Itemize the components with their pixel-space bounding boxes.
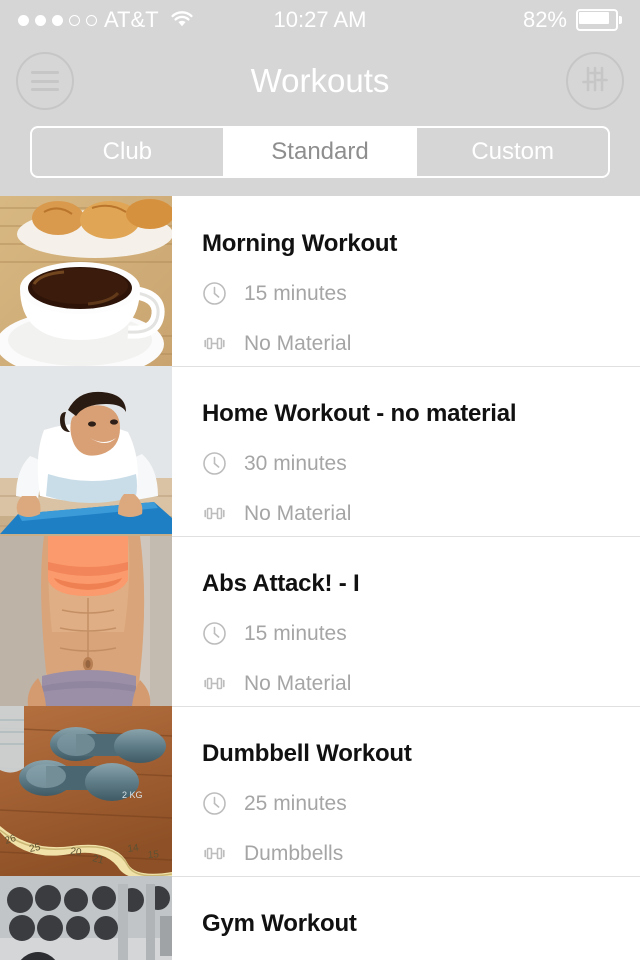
svg-text:15: 15: [147, 849, 159, 861]
workout-thumbnail-dumbbells: 2 KG 26 25 20 21 14 15: [0, 706, 172, 876]
workout-material-label: No Material: [244, 501, 352, 525]
segment-standard[interactable]: Standard: [224, 128, 418, 176]
filter-button[interactable]: [566, 52, 624, 110]
workout-info: Abs Attack! - I 15 minutes No Material: [172, 536, 640, 706]
sliders-filter-icon: [580, 64, 610, 99]
carrier-label: AT&T: [104, 7, 159, 32]
workout-list-item[interactable]: Gym Workout: [0, 876, 640, 960]
workout-list-item[interactable]: Home Workout - no material 30 minutes No…: [0, 366, 640, 536]
workout-info: Dumbbell Workout 25 minutes Dumbbells: [172, 706, 640, 876]
workout-thumbnail-abs: [0, 536, 172, 706]
hamburger-menu-button[interactable]: [16, 52, 74, 110]
workout-thumbnail-coffee: [0, 196, 172, 366]
signal-dot: [86, 14, 97, 26]
workout-material: No Material: [202, 331, 640, 356]
signal-dot: [35, 14, 46, 26]
segment-custom[interactable]: Custom: [417, 128, 608, 176]
workout-material-label: No Material: [244, 331, 352, 355]
workout-duration-label: 25 minutes: [244, 791, 347, 815]
signal-dot: [18, 14, 29, 26]
workout-duration-label: 15 minutes: [244, 621, 347, 645]
status-bar-right: 82%: [523, 7, 622, 33]
signal-dot: [69, 14, 80, 26]
workout-duration: 15 minutes: [202, 281, 640, 306]
workout-material: Dumbbells: [202, 841, 640, 866]
workout-duration: 30 minutes: [202, 451, 640, 476]
svg-text:20: 20: [70, 846, 83, 859]
workout-thumbnail-gym: [0, 876, 172, 960]
workout-title: Morning Workout: [202, 230, 398, 257]
signal-dot: [52, 14, 63, 26]
wifi-icon: [170, 11, 194, 29]
clock-icon: [202, 791, 227, 816]
dumbbell-icon: [202, 841, 227, 866]
workout-title: Abs Attack! - I: [202, 570, 360, 597]
workout-list-item[interactable]: Abs Attack! - I 15 minutes No Material: [0, 536, 640, 706]
header: AT&T 10:27 AM 82% Workouts Club Standard…: [0, 0, 640, 196]
battery-percent-label: 82%: [522, 7, 567, 32]
signal-strength-dots: [18, 14, 97, 26]
workout-duration-label: 30 minutes: [244, 451, 347, 475]
page-title: Workouts: [250, 62, 390, 99]
workout-material-label: Dumbbells: [244, 841, 344, 865]
dumbbell-icon: [202, 671, 227, 696]
app-screen: AT&T 10:27 AM 82% Workouts Club Standard…: [0, 0, 640, 960]
segment-club[interactable]: Club: [32, 128, 225, 176]
status-bar-left: AT&T: [18, 7, 194, 33]
status-bar: AT&T 10:27 AM 82%: [0, 0, 640, 40]
workout-material-label: No Material: [244, 671, 352, 695]
workout-list-item[interactable]: Morning Workout 15 minutes No Material: [0, 196, 640, 366]
dumbbell-icon: [202, 501, 227, 526]
svg-text:2 KG: 2 KG: [122, 790, 143, 800]
clock-icon: [202, 451, 227, 476]
workout-list-item[interactable]: 2 KG 26 25 20 21 14 15 Dumbbell Workout: [0, 706, 640, 876]
workout-duration-label: 15 minutes: [244, 281, 347, 305]
workout-duration: 15 minutes: [202, 621, 640, 646]
workout-list: Morning Workout 15 minutes No Material H…: [0, 196, 640, 960]
clock-icon: [202, 621, 227, 646]
workout-info: Home Workout - no material 30 minutes No…: [172, 366, 640, 536]
workout-material: No Material: [202, 501, 640, 526]
workout-title: Dumbbell Workout: [202, 740, 412, 767]
workout-info: Morning Workout 15 minutes No Material: [172, 196, 640, 366]
workout-title: Gym Workout: [202, 910, 357, 937]
workout-title: Home Workout - no material: [202, 400, 517, 427]
dumbbell-icon: [202, 331, 227, 356]
hamburger-menu-icon: [31, 71, 59, 91]
workout-material: No Material: [202, 671, 640, 696]
navigation-bar: Workouts: [0, 40, 640, 122]
workout-thumbnail-pushups: [0, 366, 172, 536]
clock-icon: [202, 281, 227, 306]
svg-text:14: 14: [127, 842, 140, 855]
workout-info: Gym Workout: [172, 876, 640, 960]
battery-icon: [576, 9, 622, 31]
workout-duration: 25 minutes: [202, 791, 640, 816]
segmented-control: Club Standard Custom: [30, 126, 610, 178]
segmented-control-wrapper: Club Standard Custom: [0, 122, 640, 196]
